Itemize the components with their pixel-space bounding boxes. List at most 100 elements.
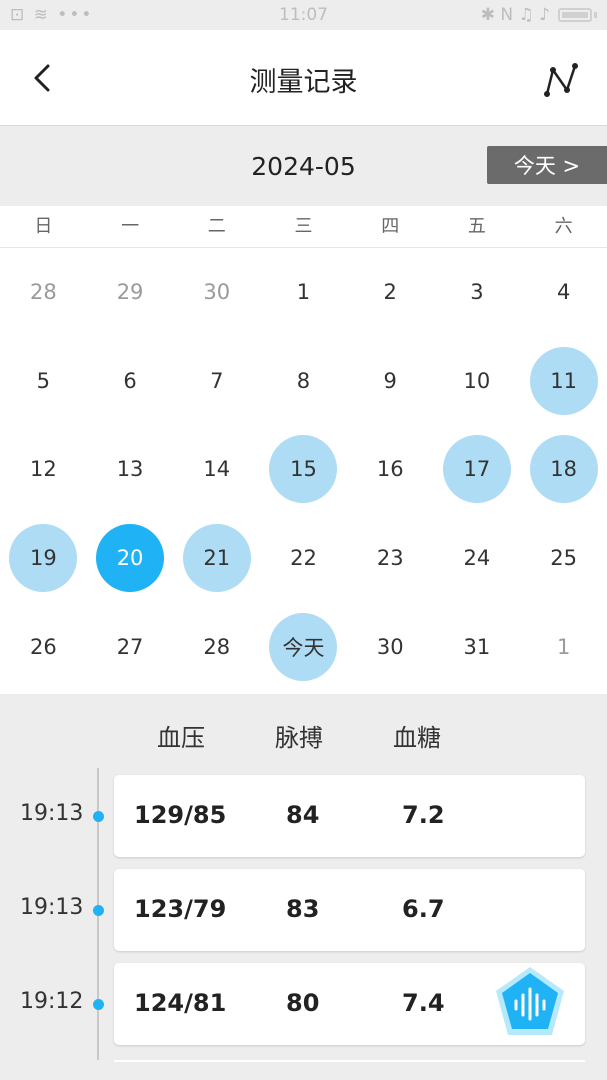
day-number: 24 bbox=[463, 546, 491, 571]
calendar-day[interactable]: 24 bbox=[434, 514, 521, 603]
calendar-day[interactable]: 30 bbox=[173, 248, 260, 337]
day-number: 10 bbox=[463, 368, 491, 393]
day-number: 13 bbox=[116, 457, 144, 482]
day-number: 8 bbox=[296, 368, 311, 393]
status-right-icons: ✱ N ♫ ♪ bbox=[481, 5, 597, 25]
page-title: 测量记录 bbox=[249, 67, 358, 98]
day-number: 20 bbox=[96, 524, 165, 593]
weekday-label: 三 bbox=[294, 216, 313, 237]
day-number: 3 bbox=[470, 280, 484, 305]
status-right-glyphs: ✱ N ♫ ♪ bbox=[480, 5, 550, 25]
calendar-day[interactable]: 2 bbox=[347, 248, 434, 337]
calendar-day[interactable]: 23 bbox=[347, 514, 434, 603]
calendar-day-has-record[interactable]: 11 bbox=[520, 337, 607, 426]
trend-chart-icon bbox=[544, 63, 578, 97]
record-row[interactable]: 19:13 123/79 83 6.7 bbox=[0, 869, 607, 951]
calendar-day[interactable]: 6 bbox=[87, 337, 174, 426]
calendar-day[interactable]: 8 bbox=[260, 337, 347, 426]
today-button[interactable]: 今天 > bbox=[487, 146, 607, 184]
calendar-day-has-record[interactable]: 15 bbox=[260, 425, 347, 514]
day-number: 14 bbox=[203, 457, 231, 482]
calendar-day[interactable]: 7 bbox=[173, 337, 260, 426]
timeline-dot bbox=[93, 905, 104, 916]
pulse-value: 83 bbox=[286, 895, 320, 923]
record-time: 19:13 bbox=[20, 801, 84, 826]
day-number: 15 bbox=[269, 435, 338, 504]
bp-value: 129/85 bbox=[134, 801, 227, 829]
battery-icon bbox=[558, 8, 592, 22]
calendar-day-has-record[interactable]: 17 bbox=[434, 425, 521, 514]
calendar-day-has-record[interactable]: 18 bbox=[520, 425, 607, 514]
day-number: 6 bbox=[123, 368, 137, 393]
weekday-label: 六 bbox=[554, 216, 573, 237]
day-number: 31 bbox=[463, 634, 491, 659]
calendar-day[interactable]: 14 bbox=[173, 425, 260, 514]
timeline-dot bbox=[93, 999, 104, 1010]
battery-tip bbox=[594, 12, 597, 18]
calendar-day[interactable]: 5 bbox=[0, 337, 87, 426]
day-number: 26 bbox=[29, 634, 57, 659]
calendar-day[interactable]: 1 bbox=[520, 602, 607, 691]
calendar-day[interactable]: 22 bbox=[260, 514, 347, 603]
voice-wave-icon bbox=[496, 967, 564, 1035]
calendar-day[interactable]: 28 bbox=[173, 602, 260, 691]
month-bar: 2024-05 今天 > bbox=[0, 126, 607, 206]
day-number: 1 bbox=[296, 280, 311, 305]
day-number: 2 bbox=[383, 280, 397, 305]
record-row[interactable]: 19:13 129/85 84 7.2 bbox=[0, 775, 607, 857]
day-number: 23 bbox=[376, 546, 404, 571]
voice-assistant-button[interactable] bbox=[492, 965, 568, 1041]
calendar-day[interactable]: 13 bbox=[87, 425, 174, 514]
weekday-label: 五 bbox=[467, 216, 486, 237]
glucose-header: 血糖 bbox=[393, 724, 441, 752]
calendar-day[interactable]: 10 bbox=[434, 337, 521, 426]
day-number: 5 bbox=[36, 368, 51, 393]
day-number: 28 bbox=[29, 280, 57, 305]
bp-value: 124/81 bbox=[134, 989, 227, 1017]
day-number: 17 bbox=[442, 435, 511, 504]
day-number: 11 bbox=[529, 346, 598, 415]
bp-header: 血压 bbox=[157, 724, 205, 752]
calendar-day[interactable]: 16 bbox=[347, 425, 434, 514]
weekday-label: 二 bbox=[207, 216, 226, 237]
calendar-day[interactable]: 26 bbox=[0, 602, 87, 691]
calendar-day[interactable]: 25 bbox=[520, 514, 607, 603]
day-number: 18 bbox=[529, 435, 598, 504]
calendar-day-selected[interactable]: 20 bbox=[87, 514, 174, 603]
day-number: 27 bbox=[116, 634, 144, 659]
calendar-grid: 28 29 30 1 2 3 4 5 6 7 8 9 10 11 12 13 1… bbox=[0, 248, 607, 694]
calendar-day[interactable]: 28 bbox=[0, 248, 87, 337]
calendar-day-has-record[interactable]: 19 bbox=[0, 514, 87, 603]
calendar-day[interactable]: 27 bbox=[87, 602, 174, 691]
weekday-label: 一 bbox=[121, 216, 140, 237]
calendar-day[interactable]: 31 bbox=[434, 602, 521, 691]
status-bar: ⊡ ≋ ••• 11:07 ✱ N ♫ ♪ bbox=[0, 0, 607, 30]
bp-value: 123/79 bbox=[134, 895, 227, 923]
day-number: 7 bbox=[210, 368, 224, 393]
pulse-header: 脉搏 bbox=[275, 724, 323, 752]
day-number: 29 bbox=[116, 280, 144, 305]
trend-chart-button[interactable] bbox=[539, 58, 583, 102]
next-card-edge bbox=[114, 1060, 585, 1062]
weekday-label: 日 bbox=[34, 216, 53, 237]
calendar-day-today[interactable]: 今天 bbox=[260, 602, 347, 691]
calendar-day[interactable]: 12 bbox=[0, 425, 87, 514]
calendar-day[interactable]: 1 bbox=[260, 248, 347, 337]
calendar-day[interactable]: 9 bbox=[347, 337, 434, 426]
day-number: 22 bbox=[290, 546, 317, 571]
calendar-day[interactable]: 4 bbox=[520, 248, 607, 337]
header-bar: 测量记录 bbox=[0, 30, 607, 126]
record-card[interactable]: 129/85 84 7.2 bbox=[114, 775, 585, 857]
day-number: 30 bbox=[203, 280, 231, 305]
record-card[interactable]: 123/79 83 6.7 bbox=[114, 869, 585, 951]
weekday-label: 四 bbox=[381, 216, 400, 237]
day-number: 30 bbox=[376, 634, 404, 659]
day-number: 4 bbox=[556, 280, 571, 305]
calendar-day[interactable]: 29 bbox=[87, 248, 174, 337]
calendar-day[interactable]: 3 bbox=[434, 248, 521, 337]
day-number: 12 bbox=[29, 457, 57, 482]
calendar-day-has-record[interactable]: 21 bbox=[173, 514, 260, 603]
calendar-day[interactable]: 30 bbox=[347, 602, 434, 691]
pulse-value: 84 bbox=[286, 801, 320, 829]
record-time: 19:13 bbox=[20, 895, 84, 920]
